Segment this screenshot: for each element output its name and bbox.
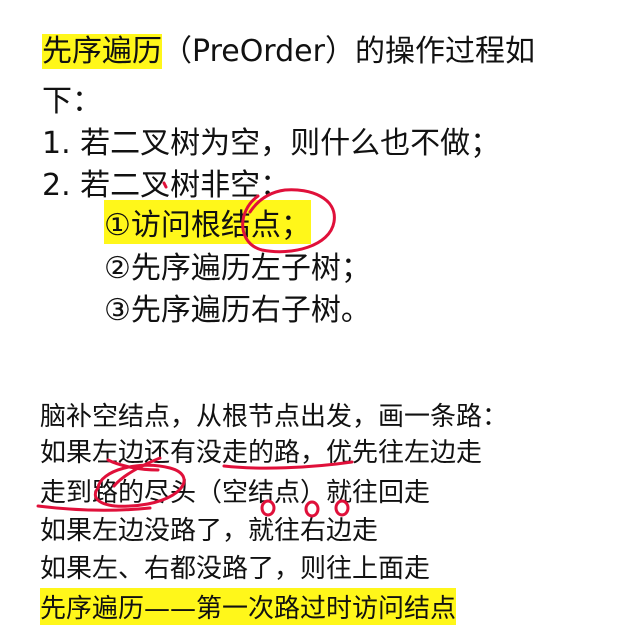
intro-line-2: 下：	[42, 84, 102, 119]
intro-line-1: 先序遍历（PreOrder）的操作过程如	[42, 26, 535, 70]
note-3: 走到路的尽头（空结点）就往回走	[40, 478, 431, 508]
note-1: 脑补空结点，从根节点出发，画一条路：	[40, 402, 509, 432]
summary-line: 先序遍历——第一次路过时访问结点	[40, 588, 457, 625]
note-2: 如果左边还有没走的路，优先往左边走	[40, 438, 483, 468]
intro-highlight: 先序遍历	[42, 34, 162, 69]
sub-step-3: ③先序遍历右子树。	[104, 293, 371, 328]
note-4: 如果左边没路了，就往右边走	[40, 516, 379, 546]
step-2: 2. 若二叉树非空：	[42, 168, 291, 203]
sub-step-1: ①访问根结点；	[104, 200, 311, 244]
intro-rest: （PreOrder）的操作过程如	[162, 34, 535, 69]
sub-step-2: ②先序遍历左子树；	[104, 251, 371, 286]
note-5: 如果左、右都没路了，则往上面走	[40, 554, 431, 584]
step-1: 1. 若二叉树为空，则什么也不做；	[42, 126, 501, 161]
